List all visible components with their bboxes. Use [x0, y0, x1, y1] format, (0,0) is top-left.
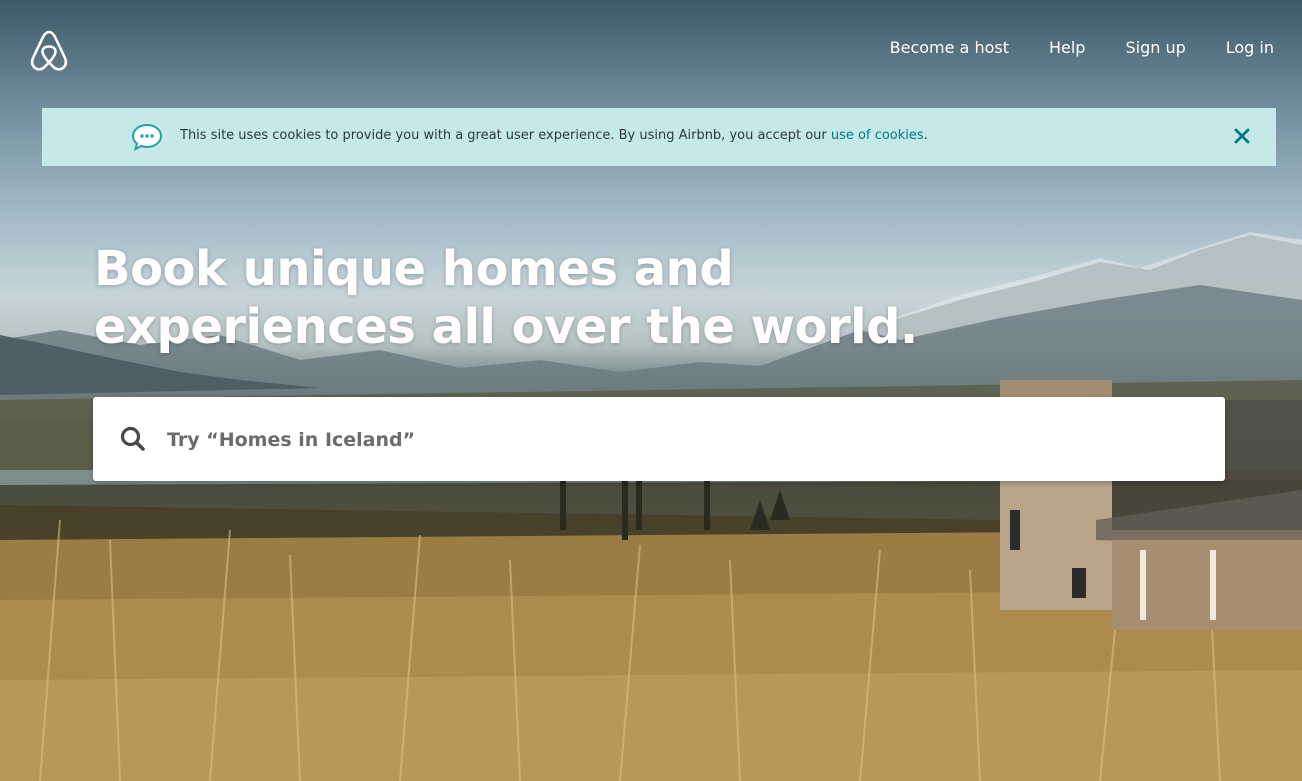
headline-line-1: Book unique homes and: [94, 241, 734, 297]
chat-bubble-icon: [130, 122, 164, 152]
close-svg: [1234, 128, 1250, 144]
search-box[interactable]: [93, 397, 1225, 481]
hero-headline: Book unique homes and experiences all ov…: [94, 240, 994, 356]
nav-links: Become a host Help Sign up Log in: [890, 38, 1274, 57]
sign-up-link[interactable]: Sign up: [1125, 38, 1185, 57]
airbnb-logo-icon[interactable]: [26, 28, 72, 74]
search-input[interactable]: [165, 417, 1189, 463]
use-of-cookies-link[interactable]: use of cookies: [831, 128, 924, 143]
cookie-message-text: This site uses cookies to provide you wi…: [180, 128, 831, 143]
page: Become a host Help Sign up Log in This s…: [0, 0, 1302, 781]
become-a-host-link[interactable]: Become a host: [890, 38, 1009, 57]
top-navigation: Become a host Help Sign up Log in: [0, 0, 1302, 96]
search-svg: [120, 426, 145, 451]
airbnb-logo-svg: [30, 30, 68, 71]
search-icon: [119, 425, 147, 453]
close-icon[interactable]: [1230, 124, 1254, 148]
cookie-message: This site uses cookies to provide you wi…: [180, 128, 928, 143]
headline-line-2: experiences all over the world.: [94, 299, 918, 355]
log-in-link[interactable]: Log in: [1226, 38, 1274, 57]
cookie-banner: This site uses cookies to provide you wi…: [42, 108, 1276, 166]
cookie-message-suffix: .: [923, 128, 928, 143]
chat-bubble-svg: [131, 123, 163, 151]
help-link[interactable]: Help: [1049, 38, 1085, 57]
